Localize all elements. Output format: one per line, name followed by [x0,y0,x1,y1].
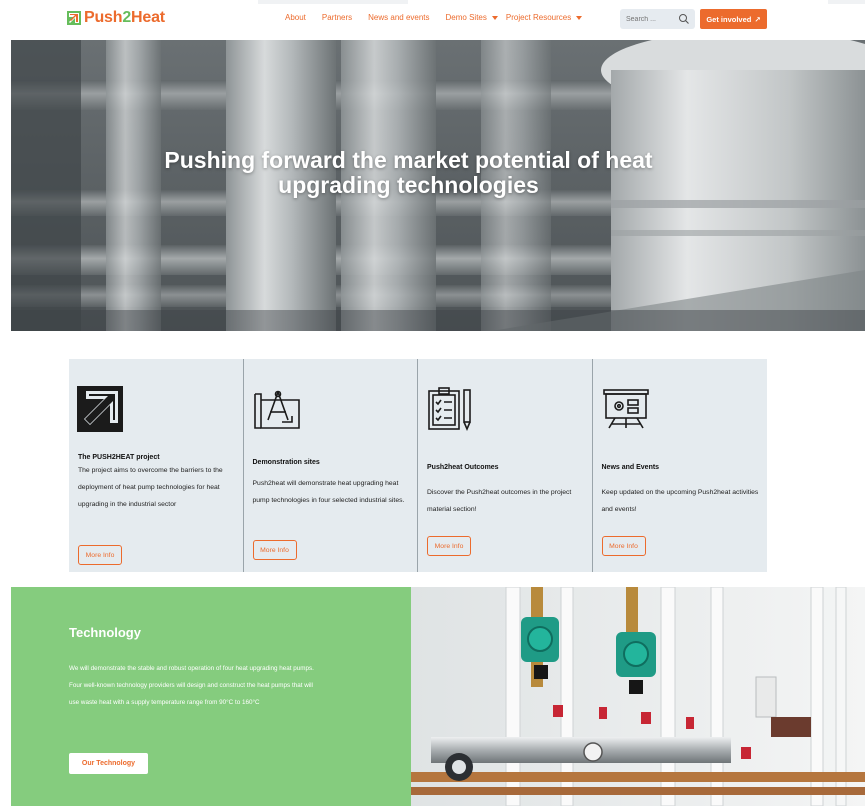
nav-demo-sites-label: Demo Sites [445,13,487,22]
more-info-button[interactable]: More Info [252,540,297,560]
site-logo[interactable]: Push2Heat [67,9,165,27]
more-info-button[interactable]: More Info [427,536,471,556]
technology-section: Technology We will demonstrate the stabl… [11,587,411,806]
main-nav: About Partners News and events Demo Site… [285,13,598,22]
nav-project-resources-label: Project Resources [505,13,572,22]
card-text: Keep updated on the upcoming Push2heat a… [601,489,759,513]
card-news-and-events: News and Events Keep updated on the upco… [593,359,768,572]
hero-title-line-2: upgrading technologies [278,172,539,198]
heating-manifold-illustration [411,587,865,806]
nav-about[interactable]: About [285,13,306,22]
technology-text: We will demonstrate the stable and robus… [69,665,314,706]
more-info-button[interactable]: More Info [78,545,122,565]
search-box [620,9,695,29]
get-involved-button[interactable]: Get involved ↗ [700,9,767,29]
logo-text: Push2Heat [84,9,165,26]
arrow-logo-icon [77,386,123,432]
browser-chrome-fragment [828,0,865,4]
card-title: News and Events [601,464,660,471]
card-text: The project aims to overcome the barrier… [78,467,223,508]
hero-title: Pushing forward the market potential of … [11,148,806,198]
card-text: Push2heat will demonstrate heat upgradin… [252,480,405,504]
chevron-down-icon [576,15,583,20]
nav-partners[interactable]: Partners [322,13,352,22]
presentation-board-icon [602,389,649,429]
search-icon[interactable] [678,13,690,25]
more-info-button[interactable]: More Info [601,536,646,556]
technology-title: Technology [69,625,141,640]
nav-project-resources[interactable]: Project Resources [505,13,583,22]
card-title: Demonstration sites [252,459,320,466]
card-outcomes: Push2heat Outcomes Discover the Push2hea… [418,359,593,572]
our-technology-button[interactable]: Our Technology [69,753,148,774]
hero-banner: Pushing forward the market potential of … [11,40,865,331]
card-title: Push2heat Outcomes [427,464,499,471]
site-header: Push2Heat About Partners News and events… [0,0,865,38]
search-input[interactable] [620,15,675,23]
browser-chrome-fragment [258,0,408,4]
card-title: The PUSH2HEAT project [78,454,160,461]
nav-news-and-events[interactable]: News and events [368,13,429,22]
logo-mark-icon [67,11,81,25]
clipboard-checklist-icon [428,387,471,432]
chevron-down-icon [491,15,498,20]
get-involved-label: Get involved [706,14,752,24]
card-push2heat-project: The PUSH2HEAT project The project aims t… [69,359,244,572]
nav-demo-sites[interactable]: Demo Sites [446,13,498,22]
external-arrow-icon: ↗ [754,14,761,24]
card-text: Discover the Push2heat outcomes in the p… [427,489,572,513]
feature-cards: The PUSH2HEAT project The project aims t… [69,359,767,572]
heat-pump-pipes-image [411,587,865,806]
card-demonstration-sites: Demonstration sites Push2heat will demon… [244,359,418,572]
hero-title-line-1: Pushing forward the market potential of … [164,147,653,173]
blueprint-compass-icon [253,390,300,429]
